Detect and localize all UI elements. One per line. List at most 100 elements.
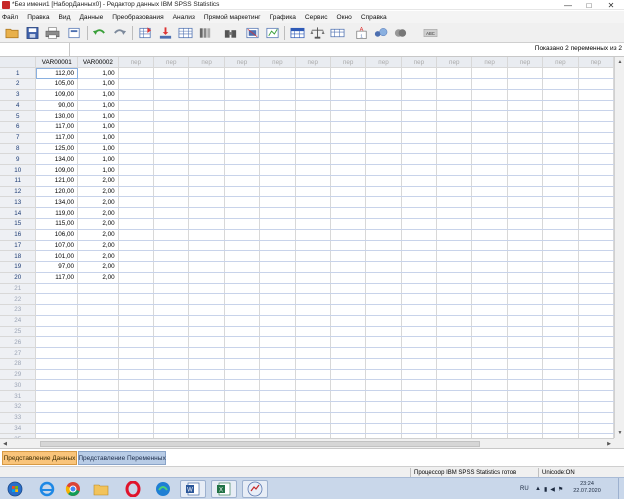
minimize-button[interactable]: — [560, 0, 576, 10]
data-cell[interactable] [401, 250, 438, 263]
data-cell[interactable] [401, 336, 438, 349]
data-cell[interactable] [188, 121, 225, 133]
data-cell[interactable] [436, 326, 473, 338]
data-cell[interactable] [188, 153, 225, 166]
row-number[interactable]: 31 [0, 390, 37, 402]
data-cell[interactable] [330, 390, 367, 402]
data-cell[interactable] [35, 412, 79, 424]
data-cell[interactable] [188, 358, 225, 370]
data-cell[interactable] [118, 401, 155, 413]
data-cell[interactable] [436, 78, 473, 90]
data-cell[interactable] [224, 272, 261, 284]
row-number[interactable]: 12 [0, 186, 37, 198]
menu-edit[interactable]: Правка [27, 14, 49, 21]
data-cell[interactable] [295, 390, 331, 402]
data-cell[interactable] [330, 261, 367, 273]
data-cell[interactable] [578, 110, 614, 123]
go-to-case-icon[interactable] [137, 25, 154, 41]
data-cell[interactable] [401, 240, 438, 252]
data-cell[interactable] [471, 143, 508, 155]
data-cell[interactable] [436, 401, 473, 413]
data-cell[interactable] [259, 315, 296, 327]
data-cell[interactable] [35, 369, 79, 381]
data-cell[interactable] [330, 196, 367, 209]
data-cell[interactable] [471, 218, 508, 230]
data-cell[interactable] [365, 121, 402, 133]
data-cell[interactable] [153, 229, 190, 241]
data-cell[interactable] [471, 164, 508, 176]
data-cell[interactable] [118, 250, 155, 263]
data-cell[interactable] [507, 218, 544, 230]
horizontal-scrollbar[interactable]: ◀ ▶ [0, 438, 614, 448]
data-cell[interactable] [35, 423, 79, 435]
data-cell[interactable] [365, 67, 402, 80]
insert-variable-icon[interactable] [264, 25, 281, 41]
data-cell[interactable] [224, 153, 261, 166]
data-cell[interactable] [153, 121, 190, 133]
data-cell[interactable] [259, 401, 296, 413]
data-cell[interactable] [153, 186, 190, 198]
opera-icon[interactable] [120, 480, 146, 498]
data-cell[interactable]: 121,00 [35, 175, 79, 187]
data-cell[interactable] [295, 240, 331, 252]
data-cell[interactable] [507, 423, 544, 435]
tray-clock[interactable]: 23:24 22.07.2020 [570, 481, 604, 495]
data-cell[interactable] [224, 67, 261, 80]
data-cell[interactable]: 2,00 [77, 250, 119, 263]
data-cell[interactable] [578, 358, 614, 370]
data-cell[interactable] [118, 412, 155, 424]
data-cell[interactable]: 117,00 [35, 132, 79, 144]
data-cell[interactable] [188, 175, 225, 187]
data-cell[interactable] [401, 304, 438, 316]
data-cell[interactable] [118, 186, 155, 198]
data-cell[interactable] [365, 240, 402, 252]
value-labels-icon[interactable]: A1 [353, 25, 370, 41]
data-cell[interactable] [471, 423, 508, 435]
data-cell[interactable] [401, 132, 438, 144]
data-cell[interactable] [224, 261, 261, 273]
data-cell[interactable] [507, 358, 544, 370]
data-cell[interactable] [153, 78, 190, 90]
data-cell[interactable] [295, 250, 331, 263]
use-sets-icon[interactable] [372, 25, 389, 41]
data-cell[interactable] [401, 293, 438, 306]
data-cell[interactable] [578, 250, 614, 263]
data-cell[interactable] [507, 153, 544, 166]
data-cell[interactable] [188, 272, 225, 284]
data-cell[interactable] [35, 358, 79, 370]
data-cell[interactable] [224, 164, 261, 176]
data-cell[interactable] [471, 369, 508, 381]
data-cell[interactable] [118, 336, 155, 349]
data-cell[interactable] [330, 369, 367, 381]
data-cell[interactable] [436, 272, 473, 284]
data-cell[interactable] [224, 423, 261, 435]
empty-column-header[interactable]: пер [401, 57, 438, 69]
row-number[interactable]: 32 [0, 401, 37, 413]
data-cell[interactable] [153, 153, 190, 166]
data-cell[interactable] [77, 379, 119, 392]
data-cell[interactable] [507, 412, 544, 424]
empty-column-header[interactable]: пер [118, 57, 155, 69]
data-cell[interactable] [401, 369, 438, 381]
empty-column-header[interactable]: пер [507, 57, 544, 69]
data-cell[interactable] [507, 207, 544, 219]
data-cell[interactable] [330, 143, 367, 155]
data-cell[interactable] [259, 153, 296, 166]
data-cell[interactable] [471, 132, 508, 144]
data-cell[interactable] [259, 358, 296, 370]
data-cell[interactable] [542, 240, 579, 252]
maximize-button[interactable]: □ [581, 0, 597, 10]
data-cell[interactable] [542, 261, 579, 273]
data-cell[interactable] [224, 110, 261, 123]
show-desktop-button[interactable] [618, 478, 624, 499]
data-cell[interactable] [259, 369, 296, 381]
data-cell[interactable] [224, 304, 261, 316]
data-cell[interactable]: 2,00 [77, 261, 119, 273]
data-cell[interactable] [365, 315, 402, 327]
data-cell[interactable] [153, 100, 190, 112]
data-cell[interactable] [471, 250, 508, 263]
menu-direct-marketing[interactable]: Прямой маркетинг [204, 14, 261, 21]
data-cell[interactable] [542, 175, 579, 187]
data-cell[interactable] [118, 207, 155, 219]
data-cell[interactable] [365, 196, 402, 209]
